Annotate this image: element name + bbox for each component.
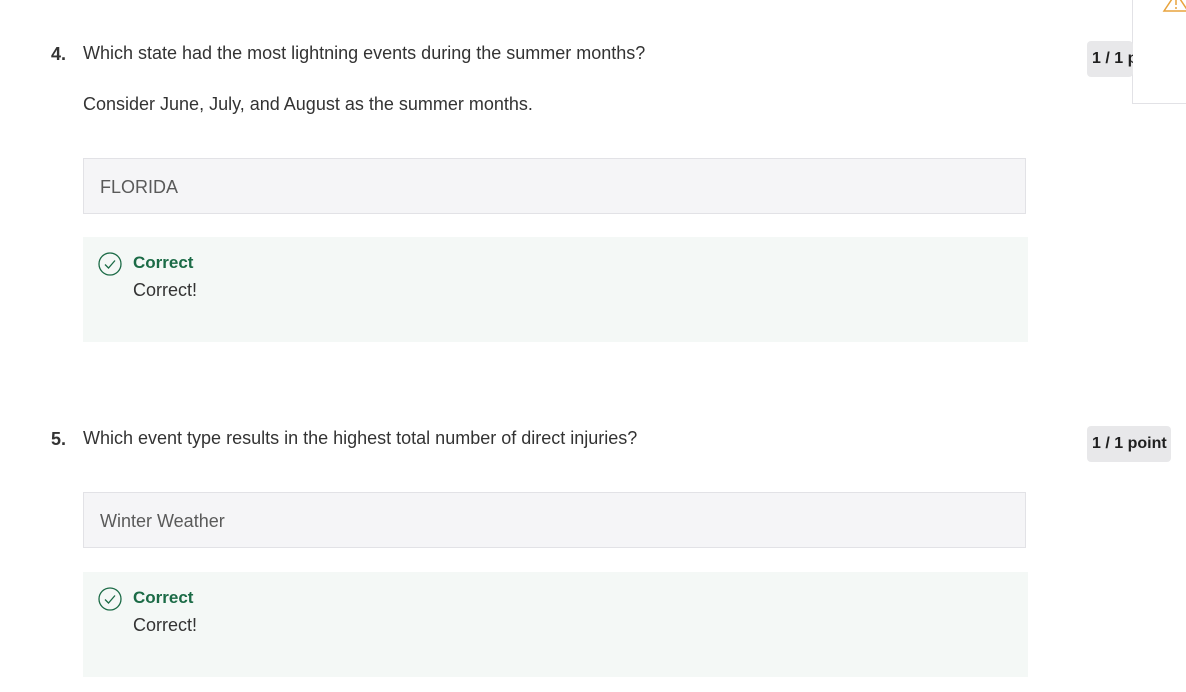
question-number: 4. xyxy=(51,44,67,64)
question-number: 5. xyxy=(51,429,67,449)
feedback-text: Correct! xyxy=(133,615,198,635)
question-subtext: Consider June, July, and August as the s… xyxy=(83,94,533,114)
answer-field: Winter Weather xyxy=(83,492,1026,548)
feedback-box: Correct Correct! xyxy=(83,237,1028,342)
check-circle-icon xyxy=(98,587,122,611)
side-panel xyxy=(1132,0,1186,104)
check-circle-icon xyxy=(98,252,122,276)
warning-icon xyxy=(1162,0,1186,12)
feedback-title: Correct xyxy=(133,588,194,607)
points-badge: 1 / 1 point xyxy=(1087,426,1171,462)
question-text: Which state had the most lightning event… xyxy=(83,43,646,63)
question-text: Which event type results in the highest … xyxy=(83,428,638,448)
points-badge: 1 / 1 point xyxy=(1087,41,1133,77)
points-label: 1 / 1 point xyxy=(1092,50,1133,67)
points-label: 1 / 1 point xyxy=(1092,435,1167,452)
feedback-title: Correct xyxy=(133,253,194,272)
answer-field: FLORIDA xyxy=(83,158,1026,214)
answer-value: FLORIDA xyxy=(100,177,179,197)
feedback-text: Correct! xyxy=(133,280,198,300)
feedback-box: Correct Correct! xyxy=(83,572,1028,677)
quiz-results-page: 4. Which state had the most lightning ev… xyxy=(0,0,1186,692)
answer-value: Winter Weather xyxy=(100,511,225,531)
